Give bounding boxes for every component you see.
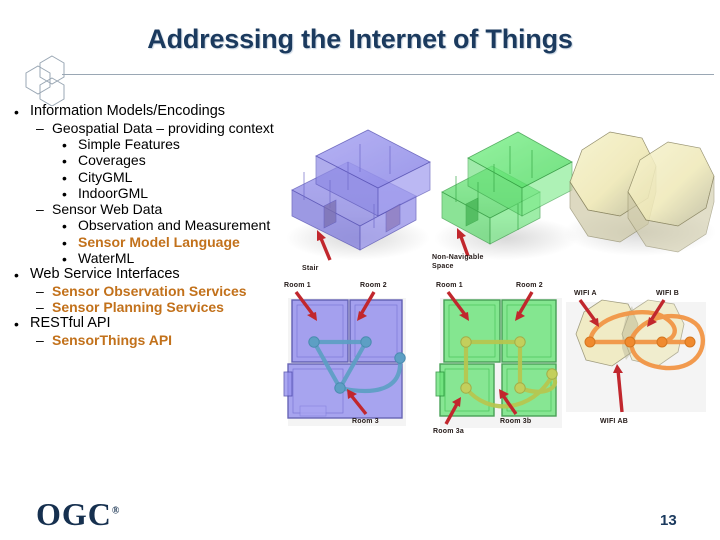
diagram-label-green-room3b: Room 3b <box>500 418 532 425</box>
bullet-dot-icon: • <box>62 153 67 170</box>
bullet-dot-icon: • <box>62 169 67 186</box>
page-title: Addressing the Internet of Things <box>147 24 573 54</box>
bullet-dot-icon: • <box>14 104 19 120</box>
diagram-label-blue-room2: Room 2 <box>360 282 387 289</box>
bullet-item: • Information Models/Encodings <box>6 104 326 119</box>
bullet-dash-icon: – <box>36 282 44 299</box>
floorplan-green-graph <box>435 290 562 428</box>
bullet-dot-icon: • <box>14 316 19 333</box>
diagram-label-non-navigable: Non-Navigable Space <box>432 254 484 270</box>
diagram-label-green-room1: Room 1 <box>436 282 463 289</box>
diagram-label-green-room2: Room 2 <box>516 282 543 289</box>
diagram-label-green-room3a: Room 3a <box>433 428 464 435</box>
ogc-logo: OGC® <box>36 496 119 533</box>
diagram-panel: Stair Non-Navigable Space Room 1 Room 2 Room … <box>270 120 720 450</box>
bullet-dot-icon: • <box>62 234 67 251</box>
floorplan-blue-graph <box>283 290 406 426</box>
hexagon-logo-icon <box>25 55 65 106</box>
diagram-label-stair: Stair <box>302 265 319 272</box>
diagram-label-blue-room3: Room 3 <box>352 418 379 425</box>
bullet-dot-icon: • <box>14 267 19 284</box>
bullet-dash-icon: – <box>36 119 44 136</box>
diagram-label-wifi-ab: WIFI AB <box>600 418 628 425</box>
bullet-label: Information Models/Encodings <box>30 103 226 119</box>
wifi-graph <box>566 299 706 413</box>
ogc-logo-text: OGC <box>36 496 112 532</box>
title-divider <box>62 74 714 75</box>
slide-root: Addressing the Internet of Things • Infor… <box>0 0 720 540</box>
bullet-dot-icon: • <box>62 218 67 235</box>
bullet-dash-icon: – <box>36 299 44 316</box>
wifi-cells-3d <box>569 131 715 253</box>
bullet-dot-icon: • <box>62 250 67 267</box>
diagram-label-wifi-a: WIFI A <box>574 290 597 297</box>
page-number: 13 <box>660 512 677 529</box>
bullet-dash-icon: – <box>36 201 44 218</box>
bullet-dash-icon: – <box>36 332 44 349</box>
registered-mark-icon: ® <box>111 505 120 517</box>
indoorgml-artwork <box>283 129 716 428</box>
bullet-dot-icon: • <box>62 137 67 154</box>
diagram-label-blue-room1: Room 1 <box>284 282 311 289</box>
bullet-dot-icon: • <box>62 185 67 202</box>
diagram-label-wifi-b: WIFI B <box>656 290 679 297</box>
